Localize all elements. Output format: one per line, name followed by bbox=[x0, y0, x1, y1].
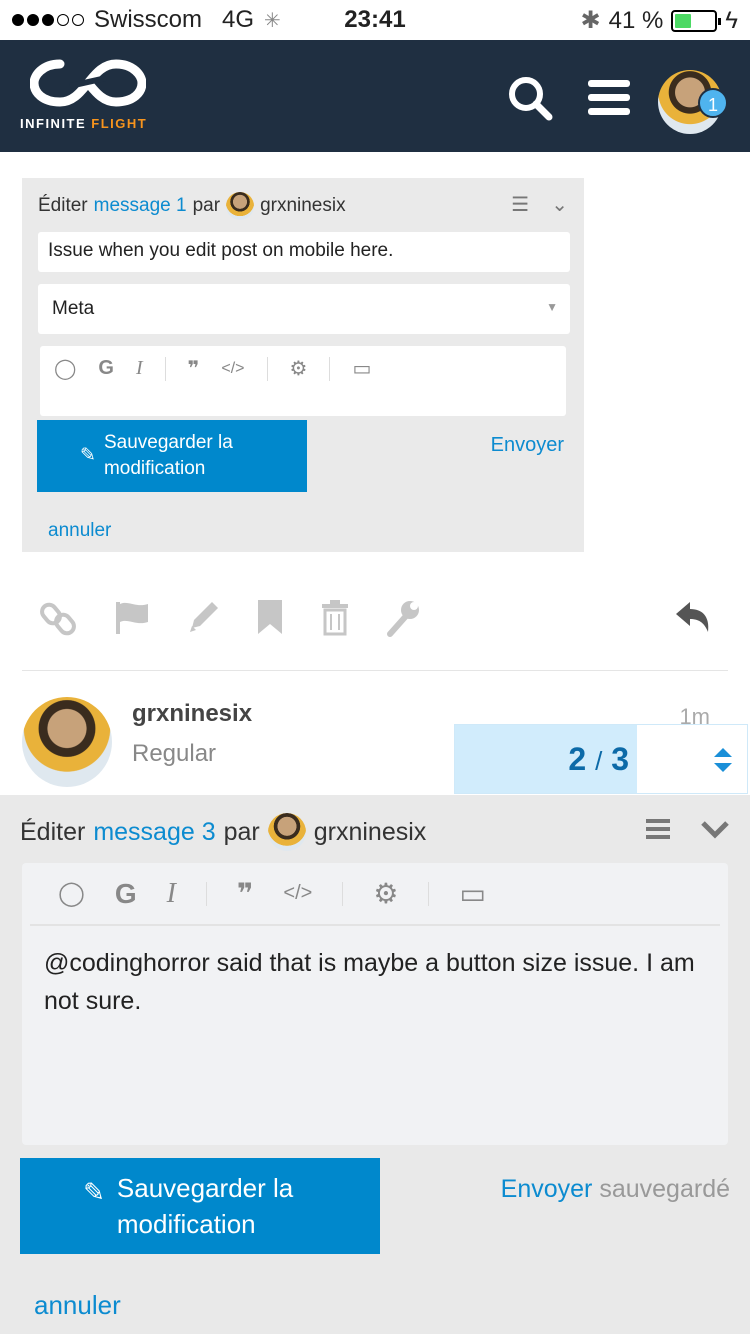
italic-icon: I bbox=[135, 357, 143, 379]
embedded-cancel-link: annuler bbox=[48, 520, 112, 541]
notification-badge[interactable]: 1 bbox=[698, 88, 728, 118]
saved-status: sauvegardé bbox=[599, 1175, 730, 1203]
status-bar: Swisscom 4G ✳ 23:41 ✱ 41 % ϟ bbox=[0, 0, 750, 40]
expand-arrows-icon[interactable] bbox=[713, 747, 733, 773]
draft-status: Envoyer sauvegardé bbox=[501, 1175, 730, 1204]
avatar bbox=[226, 192, 255, 220]
gear-icon: ⚙ bbox=[289, 358, 308, 380]
embedded-save-button: ✎ Sauvegarder la modification bbox=[37, 420, 307, 492]
battery-icon bbox=[671, 9, 722, 32]
quote-icon[interactable]: ❞ bbox=[237, 877, 253, 910]
composer-toolbar: ◯ G I ❞ </> ⚙ ▭ bbox=[30, 863, 720, 926]
gear-icon[interactable]: ⚙ bbox=[373, 877, 398, 910]
composer: Éditer message 3 par grxninesix ◯ G I ❞ … bbox=[0, 795, 750, 1334]
composer-message-link[interactable]: message 3 bbox=[93, 818, 215, 847]
bold-icon[interactable]: G bbox=[115, 878, 137, 910]
monitor-icon[interactable]: ▭ bbox=[459, 877, 485, 910]
send-link[interactable]: Envoyer bbox=[501, 1175, 593, 1203]
save-edit-label: Sauvegarder la modification bbox=[116, 1173, 294, 1239]
bookmark-icon[interactable] bbox=[256, 598, 286, 638]
embedded-send-link: Envoyer bbox=[490, 434, 564, 456]
link-icon[interactable] bbox=[40, 598, 76, 638]
post-actions bbox=[0, 590, 750, 650]
speech-bubble-icon[interactable]: ◯ bbox=[58, 879, 85, 908]
battery-percent: 41 % bbox=[608, 6, 664, 34]
composer-textarea[interactable]: @codinghorror said that is maybe a butto… bbox=[22, 926, 728, 1038]
category-select: Meta ▼ bbox=[38, 284, 570, 334]
bold-icon: G bbox=[98, 357, 114, 379]
composer-editor[interactable]: ◯ G I ❞ </> ⚙ ▭ @codinghorror said that … bbox=[22, 863, 728, 1145]
site-header: INFINITE FLIGHT 1 bbox=[0, 40, 750, 152]
topic-progress[interactable]: 2 / 3 bbox=[454, 724, 748, 794]
cancel-link[interactable]: annuler bbox=[34, 1290, 121, 1321]
brand-name: INFINITE FLIGHT bbox=[20, 116, 148, 131]
edit-controls: ☰ ⌄ bbox=[511, 192, 568, 217]
wrench-icon[interactable] bbox=[386, 598, 422, 638]
composer-header: Éditer message 3 par grxninesix bbox=[20, 813, 426, 851]
title-field: Issue when you edit post on mobile here. bbox=[38, 232, 570, 272]
charging-icon: ϟ bbox=[725, 6, 738, 34]
edit-header: Éditer message 1 par grxninesix bbox=[38, 192, 346, 220]
composer-username: grxninesix bbox=[313, 817, 427, 846]
chevron-down-icon[interactable] bbox=[700, 815, 730, 843]
author-avatar[interactable] bbox=[22, 697, 112, 787]
message-link: message 1 bbox=[93, 195, 187, 216]
infinity-logo-icon bbox=[30, 59, 146, 107]
embedded-screenshot: Éditer message 1 par grxninesix ☰ ⌄ Issu… bbox=[22, 178, 584, 552]
progress-text: 2 / 3 bbox=[568, 741, 629, 777]
infinite-flight-logo[interactable]: INFINITE FLIGHT bbox=[20, 56, 160, 131]
dropdown-arrow-icon: ▼ bbox=[546, 300, 558, 314]
code-icon: </> bbox=[221, 359, 245, 377]
post-divider bbox=[22, 670, 728, 671]
trash-icon[interactable] bbox=[320, 598, 350, 638]
chevron-down-icon: ⌄ bbox=[551, 194, 568, 216]
reply-icon[interactable] bbox=[672, 598, 712, 638]
editor-toolbar: ◯ G I ❞ </> ⚙ ▭ bbox=[40, 346, 566, 416]
search-icon[interactable] bbox=[506, 74, 554, 122]
pencil-icon: ✎ bbox=[80, 445, 96, 466]
bluetooth-icon: ✱ bbox=[580, 7, 601, 34]
hamburger-icon[interactable] bbox=[644, 815, 672, 843]
composer-controls bbox=[644, 815, 730, 843]
monitor-icon: ▭ bbox=[352, 358, 372, 380]
pencil-icon: ✎ bbox=[83, 1177, 105, 1207]
italic-icon[interactable]: I bbox=[167, 878, 176, 910]
speech-bubble-icon: ◯ bbox=[54, 358, 77, 380]
author-username[interactable]: grxninesix bbox=[132, 700, 252, 728]
hamburger-icon: ☰ bbox=[511, 194, 530, 216]
pencil-icon[interactable] bbox=[186, 598, 222, 638]
menu-icon[interactable] bbox=[586, 74, 632, 122]
author-group: Regular bbox=[132, 740, 217, 767]
flag-icon[interactable] bbox=[114, 598, 150, 638]
quote-icon: ❞ bbox=[187, 358, 200, 380]
avatar bbox=[267, 813, 306, 851]
code-icon[interactable]: </> bbox=[283, 882, 312, 905]
save-edit-button[interactable]: ✎ Sauvegarder la modification bbox=[20, 1158, 380, 1254]
